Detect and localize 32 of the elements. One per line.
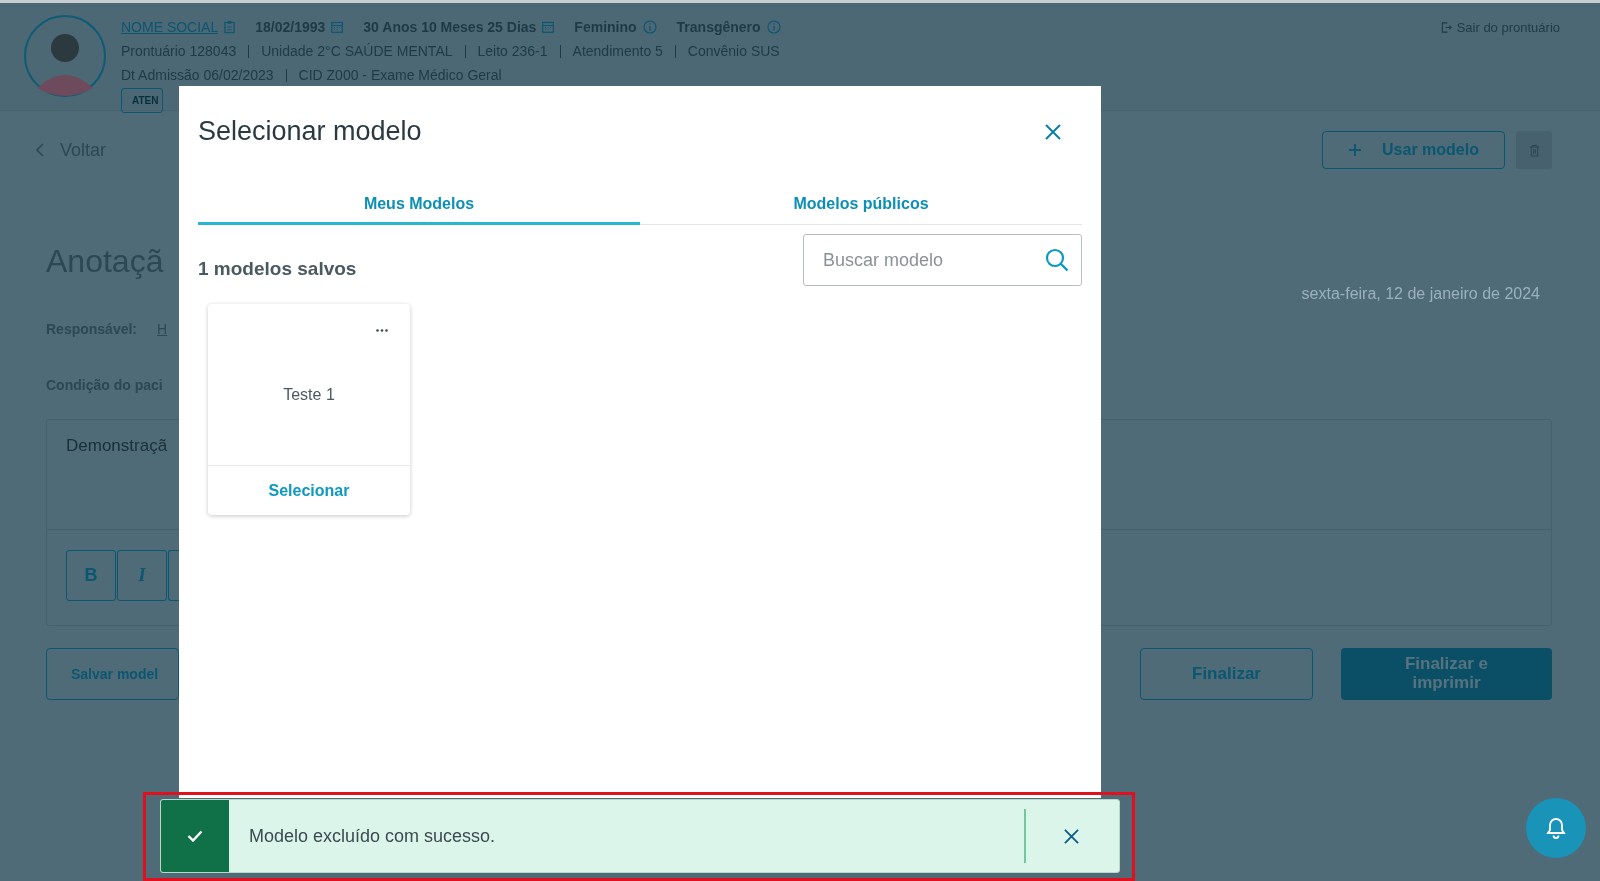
select-link[interactable]: Selecionar	[208, 466, 410, 515]
finish-print-button[interactable]: Finalizar e imprimir	[1341, 648, 1552, 700]
chevron-left-icon	[36, 143, 44, 157]
italic-button[interactable]: I	[117, 550, 167, 601]
modal-title: Selecionar modelo	[198, 116, 422, 147]
bell-icon	[1546, 817, 1566, 839]
close-icon[interactable]	[1045, 123, 1061, 140]
exit-icon	[1440, 22, 1452, 33]
calendar-icon	[542, 21, 555, 33]
trash-icon	[1528, 143, 1540, 157]
avatar-icon	[23, 14, 107, 98]
models-count: 1 modelos salvos	[198, 258, 357, 280]
date-text: sexta-feira, 12 de janeiro de 2024	[1301, 285, 1540, 303]
use-model-button[interactable]: Usar modelo	[1322, 131, 1505, 169]
search-field[interactable]: Buscar modelo	[803, 234, 1082, 286]
tab[interactable]: Meus Modelos	[198, 195, 640, 225]
save-model-button[interactable]: Salvar model	[46, 648, 179, 700]
tab[interactable]: Modelos públicos	[640, 195, 1082, 225]
check-icon	[187, 830, 203, 842]
plus-icon	[1348, 143, 1363, 157]
patient-name-link[interactable]: NOME SOCIAL	[121, 19, 219, 35]
more-icon[interactable]	[376, 329, 388, 332]
calendar-icon	[331, 21, 344, 33]
search-icon[interactable]	[1045, 248, 1069, 272]
toast-message: Modelo excluído com sucesso.	[249, 825, 497, 847]
notifications-button[interactable]	[1526, 798, 1586, 858]
finish-button[interactable]: Finalizar	[1140, 648, 1313, 700]
bold-button[interactable]: B	[66, 550, 116, 601]
model-name: Teste 1	[283, 385, 335, 404]
close-icon[interactable]	[1064, 828, 1079, 844]
clipboard-icon[interactable]	[224, 20, 236, 34]
status-tag: ATEN	[121, 88, 163, 113]
